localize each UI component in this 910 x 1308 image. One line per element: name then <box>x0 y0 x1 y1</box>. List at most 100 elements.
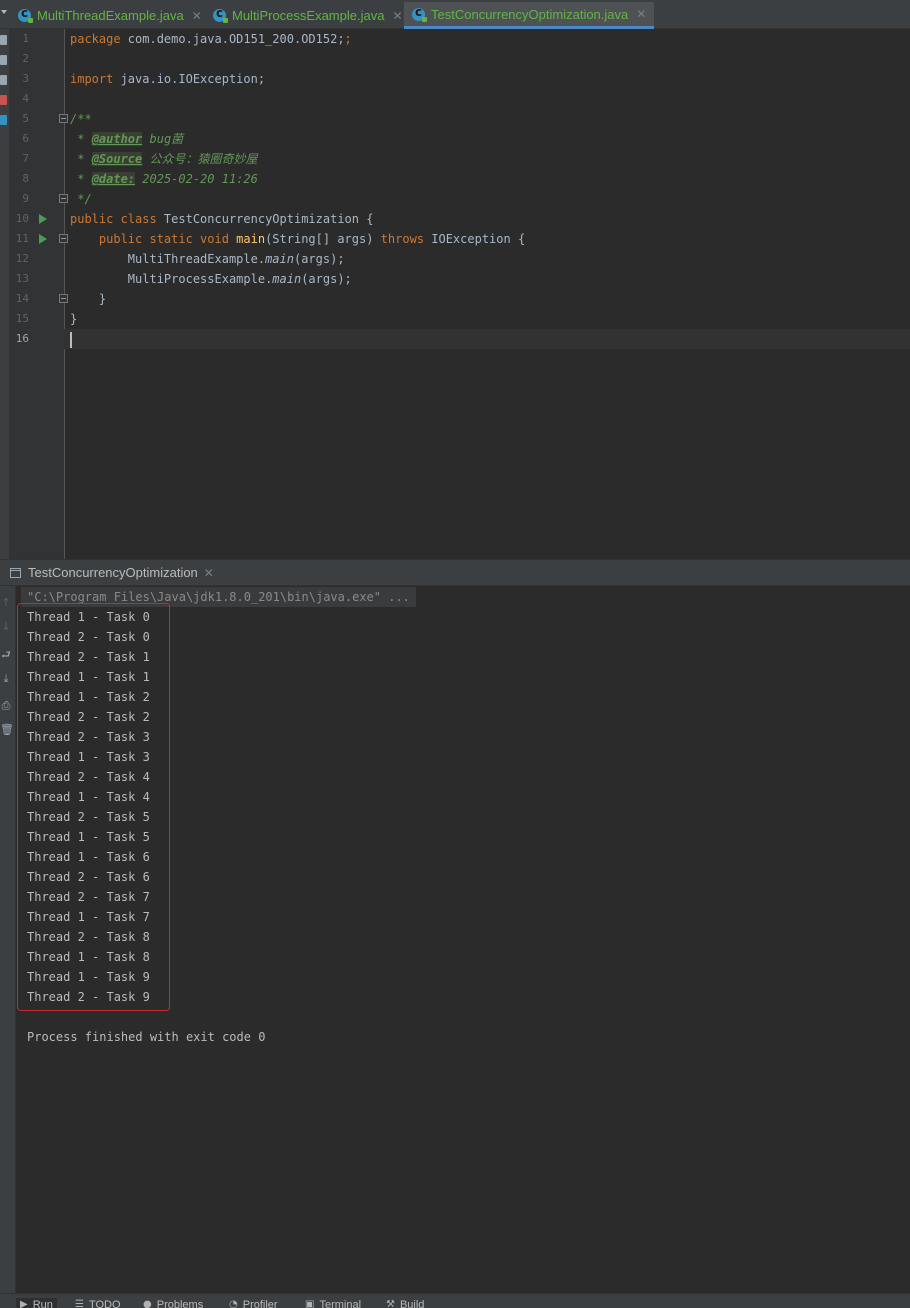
bottom-tool-bar: ▶ Run ☰ TODO ● Problems ◔ Profiler ▣ Terminal… <box>0 1293 910 1308</box>
todo-tool-button[interactable]: ☰ TODO <box>75 1298 121 1308</box>
fold-icon[interactable] <box>59 194 68 203</box>
terminal-icon: ▣ <box>305 1299 315 1308</box>
console-line: Thread 2 - Task 0 <box>27 630 150 644</box>
doc-comment: * <box>70 172 92 186</box>
close-icon[interactable]: ✕ <box>204 566 214 580</box>
method-call: main <box>265 252 294 266</box>
code-line: } <box>70 289 910 309</box>
hammer-icon: ⚒ <box>386 1299 395 1308</box>
code-line: package com.demo.java.OD151_200.OD152;; <box>70 32 352 46</box>
console-line: Thread 2 - Task 3 <box>27 730 150 744</box>
java-class-icon <box>412 5 427 22</box>
fold-icon[interactable] <box>59 234 68 243</box>
doc-comment: * <box>70 152 92 166</box>
soft-wrap-icon[interactable]: ⮐ <box>0 648 12 662</box>
console-line: Thread 2 - Task 7 <box>27 890 150 904</box>
console-line: Thread 2 - Task 1 <box>27 650 150 664</box>
console-line: Thread 1 - Task 0 <box>27 610 150 624</box>
code-line: MultiThreadExample.main(args); <box>70 249 910 269</box>
close-icon[interactable]: ✕ <box>192 9 202 23</box>
console-line: Thread 1 - Task 1 <box>27 670 150 684</box>
code-line: */ <box>70 189 910 209</box>
code-line: * @Source 公众号：猿圈奇妙屋 <box>70 149 910 169</box>
code-text: (String[] args) <box>265 232 381 246</box>
line-number: 8 <box>22 172 29 185</box>
code-text: } <box>70 292 107 306</box>
print-icon[interactable]: ⎙ <box>0 699 12 713</box>
line-number: 1 <box>22 32 29 45</box>
console-output[interactable]: "C:\Program Files\Java\jdk1.8.0_201\bin\… <box>16 586 910 1293</box>
keyword: public class <box>70 212 157 226</box>
code-editor[interactable]: 1 2 3 4 5 6 7 8 9 10 11 12 13 14 15 16 p… <box>0 29 910 559</box>
code-area[interactable]: package com.demo.java.OD151_200.OD152;; … <box>64 29 910 559</box>
run-main-icon[interactable] <box>39 234 47 244</box>
code-line: * @author bug菌 <box>70 129 910 149</box>
build-label: Build <box>399 1299 425 1308</box>
line-number-gutter: 1 2 3 4 5 6 7 8 9 10 11 12 13 14 15 16 <box>9 29 68 559</box>
trash-icon[interactable]: 🗑 <box>0 723 14 737</box>
scroll-to-end-icon[interactable]: ⤓ <box>0 672 12 686</box>
console-line: Thread 1 - Task 5 <box>27 830 150 844</box>
tab-label: TestConcurrencyOptimization.java <box>431 6 629 22</box>
run-class-icon[interactable] <box>39 214 47 224</box>
tab-list-dropdown[interactable] <box>0 0 9 29</box>
line-number: 6 <box>22 132 29 145</box>
line-number: 16 <box>15 332 29 345</box>
java-class-icon <box>213 6 228 23</box>
doc-comment: */ <box>70 192 92 206</box>
line-number: 4 <box>22 92 29 105</box>
up-arrow-icon[interactable]: ↑ <box>0 596 12 610</box>
tab-testconcurrencyoptimization[interactable]: TestConcurrencyOptimization.java ✕ <box>404 2 655 29</box>
down-arrow-icon[interactable]: ↓ <box>0 620 12 634</box>
line-number: 12 <box>15 252 29 265</box>
file-icon[interactable] <box>0 75 7 85</box>
build-tool-button[interactable]: ⚒ Build <box>386 1298 424 1308</box>
code-text: MultiProcessExample. <box>70 272 273 286</box>
console-line: Thread 1 - Task 3 <box>27 750 150 764</box>
code-text: (args); <box>293 252 345 266</box>
close-icon[interactable]: ✕ <box>392 9 402 23</box>
profiler-icon: ◔ <box>229 1299 238 1308</box>
console-line: Thread 1 - Task 8 <box>27 950 150 964</box>
tab-multithreadexample[interactable]: MultiThreadExample.java ✕ <box>18 2 202 29</box>
doc-comment: * <box>70 132 92 146</box>
tab-multiprocessexample[interactable]: MultiProcessExample.java ✕ <box>213 2 403 29</box>
chevron-down-icon <box>1 10 7 14</box>
doc-comment: bug菌 <box>142 132 184 146</box>
line-number: 3 <box>22 72 29 85</box>
line-number: 2 <box>22 52 29 65</box>
close-icon[interactable]: ✕ <box>636 7 646 21</box>
doc-tag: @date: <box>91 172 136 186</box>
terminal-tool-button[interactable]: ▣ Terminal <box>305 1298 361 1308</box>
doc-comment: 公众号：猿圈奇妙屋 <box>142 152 258 166</box>
problems-label: Problems <box>156 1299 204 1308</box>
console-icon <box>10 567 21 578</box>
project-icon[interactable] <box>0 35 7 45</box>
run-tool-button[interactable]: ▶ Run <box>16 1298 57 1308</box>
current-code-line[interactable] <box>64 329 910 349</box>
run-tab-title[interactable]: TestConcurrencyOptimization <box>28 565 198 580</box>
code-line: public class TestConcurrencyOptimization… <box>70 209 910 229</box>
fold-icon[interactable] <box>59 294 68 303</box>
database-icon[interactable] <box>0 115 7 125</box>
keyword: throws <box>380 232 425 246</box>
bookmark-icon[interactable] <box>0 95 7 105</box>
run-toolbar: ↑ ↓ ⮐ ⤓ ⎙ 🗑 <box>0 586 16 1293</box>
console-line: Thread 1 - Task 6 <box>27 850 150 864</box>
line-number: 9 <box>22 192 29 205</box>
method-call: main <box>272 272 302 286</box>
structure-icon[interactable] <box>0 55 7 65</box>
line-number: 5 <box>22 112 29 125</box>
code-line: /** <box>70 109 910 129</box>
play-icon: ▶ <box>20 1299 28 1308</box>
problems-tool-button[interactable]: ● Problems <box>143 1298 203 1308</box>
run-panel-header: TestConcurrencyOptimization ✕ <box>0 559 910 586</box>
fold-icon[interactable] <box>59 114 68 123</box>
console-line: Thread 1 - Task 4 <box>27 790 150 804</box>
profiler-tool-button[interactable]: ◔ Profiler <box>229 1298 278 1308</box>
profiler-label: Profiler <box>242 1299 278 1308</box>
code-text: } <box>70 312 78 326</box>
console-line: Thread 2 - Task 4 <box>27 770 150 784</box>
line-number: 13 <box>15 272 29 285</box>
method-name: main <box>228 232 266 246</box>
